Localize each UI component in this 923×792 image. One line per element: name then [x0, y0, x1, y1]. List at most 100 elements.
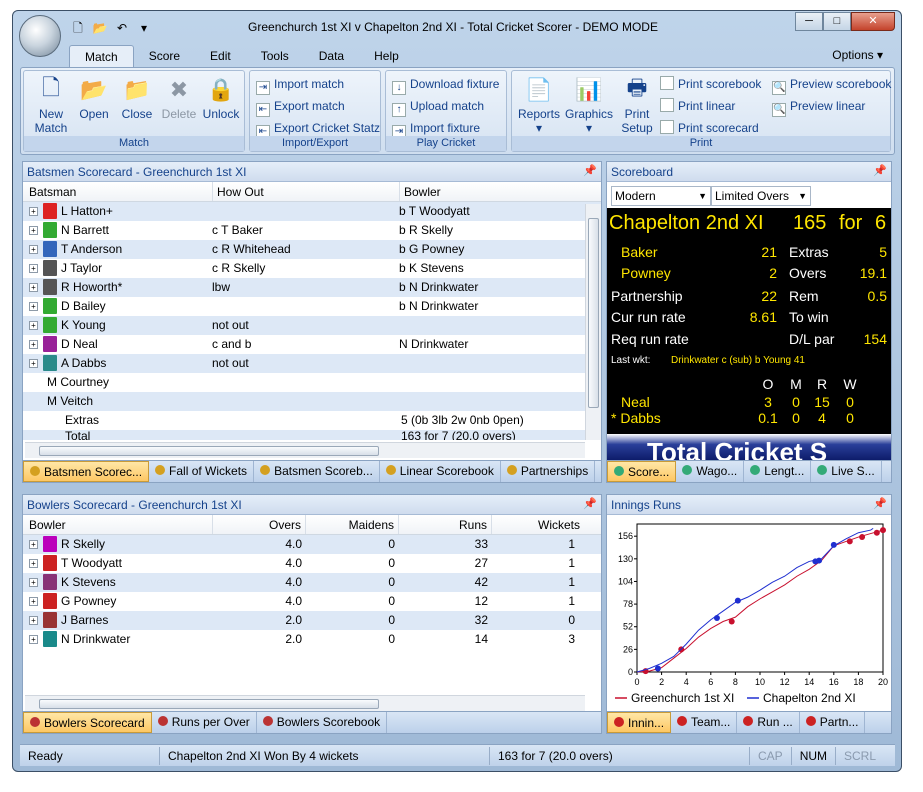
download-fixture-button[interactable]: ↓ Download fixture — [392, 75, 499, 95]
expand-icon[interactable]: + — [29, 635, 38, 644]
graphics-button[interactable]: 📊 Graphics ▾ — [564, 75, 614, 135]
col-wickets[interactable]: Wickets — [492, 515, 584, 534]
scroll-thumb[interactable] — [588, 218, 599, 408]
col-batsman[interactable]: Batsman — [23, 182, 213, 201]
tab-partn[interactable]: Partn... — [800, 712, 866, 733]
col-bowler[interactable]: Bowler — [23, 515, 213, 534]
horizontal-scrollbar[interactable] — [25, 442, 585, 458]
open-button[interactable]: 📂 Open — [73, 75, 115, 121]
undo-icon[interactable]: ↶ — [113, 20, 131, 36]
col-runs[interactable]: Runs — [399, 515, 492, 534]
pin-icon[interactable]: 📌 — [583, 164, 597, 177]
col-overs[interactable]: Overs — [213, 515, 306, 534]
expand-icon[interactable]: + — [29, 597, 38, 606]
table-row[interactable]: + A Dabbs not out — [23, 354, 601, 373]
tab-lengt[interactable]: Lengt... — [744, 461, 812, 482]
tab-help[interactable]: Help — [359, 45, 414, 68]
expand-icon[interactable]: + — [29, 616, 38, 625]
tab-edit[interactable]: Edit — [195, 45, 246, 68]
pin-icon[interactable]: 📌 — [873, 497, 887, 510]
table-row[interactable]: + G Powney 4.0 0 12 1 — [23, 592, 601, 611]
tab-linear-scorebook[interactable]: Linear Scorebook — [380, 461, 501, 482]
expand-icon[interactable]: + — [29, 359, 38, 368]
print-scorebook-button[interactable]: Print scorebook — [660, 75, 761, 93]
tab-batsmen-scoreb[interactable]: Batsmen Scoreb... — [254, 461, 380, 482]
tab-bowlers-scorecard[interactable]: Bowlers Scorecard — [23, 712, 152, 733]
expand-icon[interactable]: + — [29, 578, 38, 587]
table-row[interactable]: + L Hatton+ b T Woodyatt — [23, 202, 601, 221]
table-row[interactable]: M Courtney — [23, 373, 601, 392]
import-fixture-button[interactable]: ⇥ Import fixture — [392, 119, 480, 139]
tab-innin[interactable]: Innin... — [607, 712, 672, 733]
tab-score[interactable]: Score — [134, 45, 195, 68]
open-folder-icon[interactable]: 📂 — [91, 20, 109, 36]
unlock-button[interactable]: 🔒 Unlock — [200, 75, 242, 121]
tab-fall-of-wickets[interactable]: Fall of Wickets — [149, 461, 255, 482]
maximize-button[interactable]: □ — [823, 12, 851, 31]
customize-toolbar-icon[interactable]: ▾ — [135, 20, 153, 36]
delete-button[interactable]: ✖ Delete — [158, 75, 200, 121]
format-dropdown[interactable]: Limited Overs ▼ — [711, 186, 811, 206]
table-row[interactable]: M Veitch — [23, 392, 601, 411]
tab-wago[interactable]: Wago... — [676, 461, 745, 482]
col-bowler[interactable]: Bowler — [400, 182, 584, 201]
col-how-out[interactable]: How Out — [213, 182, 400, 201]
expand-icon[interactable]: + — [29, 226, 38, 235]
table-row[interactable]: + K Young not out — [23, 316, 601, 335]
tab-data[interactable]: Data — [304, 45, 359, 68]
options-menu[interactable]: Options ▾ — [832, 48, 883, 62]
expand-icon[interactable]: + — [29, 302, 38, 311]
table-row[interactable]: + R Skelly 4.0 0 33 1 — [23, 535, 601, 554]
pin-icon[interactable]: 📌 — [583, 497, 597, 510]
expand-icon[interactable]: + — [29, 559, 38, 568]
close-button[interactable]: ✕ — [851, 12, 895, 31]
table-row[interactable]: + J Barnes 2.0 0 32 0 — [23, 611, 601, 630]
tab-batsmen-scorec[interactable]: Batsmen Scorec... — [23, 461, 150, 482]
scroll-thumb[interactable] — [39, 699, 379, 709]
expand-icon[interactable]: + — [29, 283, 38, 292]
expand-icon[interactable]: + — [29, 245, 38, 254]
tab-run[interactable]: Run ... — [737, 712, 800, 733]
minimize-button[interactable]: ─ — [795, 12, 823, 31]
vertical-scrollbar[interactable] — [585, 204, 601, 440]
pin-icon[interactable]: 📌 — [873, 164, 887, 177]
reports-button[interactable]: 📄 Reports ▾ — [516, 75, 562, 135]
tab-bowlers-scorebook[interactable]: Bowlers Scorebook — [257, 712, 388, 733]
table-row[interactable]: + J Taylor c R Skelly b K Stevens — [23, 259, 601, 278]
tab-score[interactable]: Score... — [607, 461, 677, 482]
print-linear-button[interactable]: Print linear — [660, 97, 735, 115]
app-orb-button[interactable] — [19, 15, 61, 57]
expand-icon[interactable]: + — [29, 340, 38, 349]
export-match-button[interactable]: ⇤ Export match — [256, 97, 345, 117]
import-match-button[interactable]: ⇥ Import match — [256, 75, 344, 95]
preview-linear-button[interactable]: 🔍 Preview linear — [772, 97, 865, 117]
table-row[interactable]: + D Bailey b N Drinkwater — [23, 297, 601, 316]
table-row[interactable]: + T Woodyatt 4.0 0 27 1 — [23, 554, 601, 573]
scroll-thumb[interactable] — [39, 446, 379, 456]
tab-runs-per-over[interactable]: Runs per Over — [152, 712, 257, 733]
table-row[interactable]: + K Stevens 4.0 0 42 1 — [23, 573, 601, 592]
table-row[interactable]: + T Anderson c R Whitehead b G Powney — [23, 240, 601, 259]
table-row[interactable]: + N Drinkwater 2.0 0 14 3 — [23, 630, 601, 649]
expand-icon[interactable]: + — [29, 207, 38, 216]
tab-team[interactable]: Team... — [671, 712, 738, 733]
tab-partnerships[interactable]: Partnerships — [501, 461, 596, 482]
tab-match[interactable]: Match — [69, 45, 134, 68]
expand-icon[interactable]: + — [29, 540, 38, 549]
col-maidens[interactable]: Maidens — [306, 515, 399, 534]
expand-icon[interactable]: + — [29, 321, 38, 330]
print-setup-button[interactable]: 🖶 Print Setup — [616, 75, 658, 135]
new-doc-icon[interactable]: 🗋 — [69, 20, 87, 36]
close-match-button[interactable]: 📁 Close — [116, 75, 158, 121]
horizontal-scrollbar[interactable] — [25, 695, 585, 711]
tab-tools[interactable]: Tools — [246, 45, 304, 68]
table-row[interactable]: + R Howorth* lbw b N Drinkwater — [23, 278, 601, 297]
preview-scorebook-button[interactable]: 🔍 Preview scorebook — [772, 75, 891, 95]
upload-match-button[interactable]: ↑ Upload match — [392, 97, 484, 117]
table-row[interactable]: + N Barrett c T Baker b R Skelly — [23, 221, 601, 240]
print-scorecard-button[interactable]: Print scorecard — [660, 119, 759, 137]
export-cricket-statz-button[interactable]: ⇤ Export Cricket Statz — [256, 119, 380, 139]
table-row[interactable]: + D Neal c and b N Drinkwater — [23, 335, 601, 354]
tab-live-s[interactable]: Live S... — [811, 461, 882, 482]
style-dropdown[interactable]: Modern ▼ — [611, 186, 711, 206]
